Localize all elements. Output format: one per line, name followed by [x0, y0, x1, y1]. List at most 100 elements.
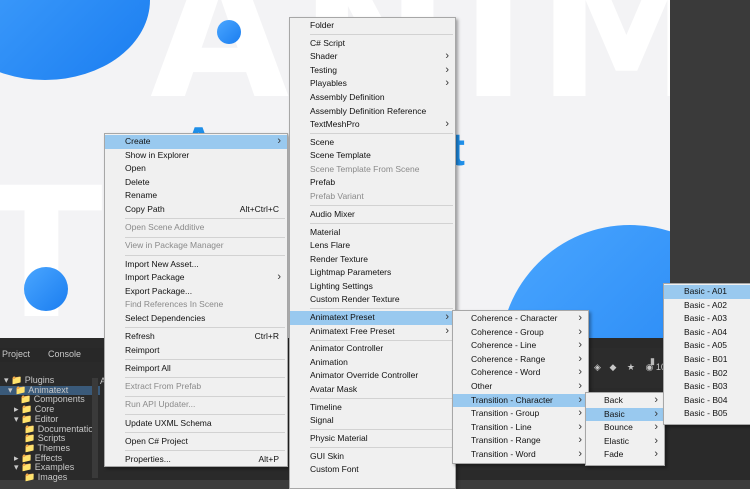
menu-item[interactable]: Custom Render Texture — [290, 293, 455, 307]
chevron-right-icon: › — [578, 312, 582, 324]
chevron-right-icon: › — [445, 118, 449, 131]
menu-item[interactable]: Testing › — [290, 64, 455, 78]
tree-scrollbar[interactable] — [92, 378, 98, 478]
menu-item[interactable]: Basic - A03 — [664, 312, 750, 326]
menu-item[interactable]: Timeline — [290, 401, 455, 415]
menu-item[interactable]: Animatext Preset › — [290, 311, 455, 325]
menu-separator — [310, 308, 453, 310]
menu-item[interactable]: Transition - Line › — [453, 421, 588, 435]
menu-item[interactable]: Reimport All — [105, 362, 287, 376]
menu-item[interactable]: Refresh Ctrl+R — [105, 330, 287, 344]
menu-item[interactable]: Properties... Alt+P — [105, 453, 287, 467]
menu-item[interactable]: Basic - B03 — [664, 380, 750, 394]
menu-separator — [310, 222, 453, 224]
menu-item[interactable]: GUI Skin — [290, 450, 455, 464]
menu-item[interactable]: Coherence - Range › — [453, 353, 588, 367]
menu-item[interactable]: Assembly Definition — [290, 91, 455, 105]
menu-item[interactable]: Basic - A04 — [664, 326, 750, 340]
menu-item[interactable]: Import New Asset... — [105, 258, 287, 272]
menu-item[interactable]: Basic › — [586, 407, 664, 422]
menu-item[interactable]: Lens Flare — [290, 239, 455, 253]
menu-item[interactable]: Animation — [290, 356, 455, 370]
menu-item[interactable]: Basic - A01 — [664, 285, 750, 299]
menu-item[interactable]: Material — [290, 226, 455, 240]
menu-item[interactable]: Transition - Word › — [453, 448, 588, 462]
menu-item[interactable]: Render Texture — [290, 253, 455, 267]
menu-separator — [125, 450, 285, 452]
menu-item[interactable]: Playables › — [290, 77, 455, 91]
menu-item[interactable]: Scene — [290, 136, 455, 150]
menu-item[interactable]: Assembly Definition Reference — [290, 105, 455, 119]
eye-icon[interactable]: ◉ — [645, 362, 653, 372]
menu-item[interactable]: Select Dependencies — [105, 312, 287, 326]
star-icon[interactable]: ★ — [627, 362, 635, 372]
menu-item[interactable]: Custom Font — [290, 463, 455, 477]
menu-item[interactable]: Audio Mixer — [290, 208, 455, 222]
menu-item[interactable]: Update UXML Schema — [105, 417, 287, 431]
menu-item[interactable]: Export Package... — [105, 285, 287, 299]
menu-item[interactable]: TextMeshPro › — [290, 118, 455, 132]
menu-item[interactable]: Avatar Mask — [290, 383, 455, 397]
menu-item[interactable]: Other › — [453, 380, 588, 394]
menu-item[interactable]: Transition - Character › — [453, 393, 588, 408]
menu-item[interactable]: Scene Template — [290, 149, 455, 163]
menu-item[interactable]: Signal — [290, 414, 455, 428]
menu-item[interactable]: C# Script — [290, 37, 455, 51]
menu-item[interactable]: Animator Override Controller — [290, 369, 455, 383]
menu-item[interactable]: Elastic › — [586, 435, 664, 449]
menu-item[interactable]: Show in Explorer — [105, 149, 287, 163]
menu-item[interactable]: Basic - B04 — [664, 394, 750, 408]
menu-separator — [125, 413, 285, 415]
menu-item[interactable]: Folder — [290, 19, 455, 33]
menu-item[interactable]: Basic - A05 — [664, 339, 750, 353]
filter-icon[interactable]: ◈ — [594, 362, 601, 372]
menu-item[interactable]: Bounce › — [586, 421, 664, 435]
chevron-right-icon: › — [445, 50, 449, 63]
tab-console[interactable]: Console — [48, 349, 81, 359]
menu-item[interactable]: Shader › — [290, 50, 455, 64]
menu-item-label: Basic - B02 — [684, 367, 728, 378]
menu-item[interactable]: Coherence - Character › — [453, 312, 588, 326]
menu-item[interactable]: Create › — [105, 135, 287, 149]
menu-item[interactable]: Transition - Range › — [453, 434, 588, 448]
menu-item[interactable]: Coherence - Group › — [453, 326, 588, 340]
menu-item[interactable]: Open C# Project — [105, 435, 287, 449]
menu-item[interactable]: Basic - B05 — [664, 407, 750, 421]
menu-item-label: Transition - Word — [471, 449, 536, 459]
menu-item[interactable]: Coherence - Line › — [453, 339, 588, 353]
menu-item[interactable]: Delete — [105, 176, 287, 190]
chevron-right-icon: › — [578, 448, 582, 460]
menu-item[interactable]: Open — [105, 162, 287, 176]
menu-item[interactable]: Fade › — [586, 448, 664, 462]
menu-item-label: Basic - A04 — [684, 326, 727, 337]
menu-item[interactable]: Coherence - Word › — [453, 366, 588, 380]
menu-item-label: Basic - B04 — [684, 394, 728, 405]
menu-item[interactable]: Transition - Group › — [453, 407, 588, 421]
menu-item[interactable]: Lightmap Parameters — [290, 266, 455, 280]
menu-item[interactable]: Animatext Free Preset › — [290, 325, 455, 339]
menu-item[interactable]: Import Package › — [105, 271, 287, 285]
menu-separator — [125, 218, 285, 220]
menu-item[interactable]: Rename — [105, 189, 287, 203]
tab-project[interactable]: Project — [2, 349, 30, 359]
menu-item[interactable]: Back › — [586, 394, 664, 408]
menu-item[interactable]: Basic - B02 — [664, 367, 750, 381]
menu-item[interactable]: Basic - B01 — [664, 353, 750, 367]
menu-item-label: Coherence - Line — [471, 340, 537, 351]
menu-item[interactable]: Physic Material — [290, 432, 455, 446]
menu-item: Run API Updater... — [105, 398, 287, 412]
tag-icon[interactable]: ◆ — [609, 362, 616, 372]
panel-tabs: Project Console — [0, 348, 110, 362]
tree-item[interactable]: 📁 Images — [0, 472, 100, 483]
menu-item[interactable]: Copy Path Alt+Ctrl+C — [105, 203, 287, 217]
menu-item-label: Coherence - Group — [471, 326, 544, 337]
menu-item[interactable]: Prefab — [290, 176, 455, 190]
menu-item[interactable]: Lighting Settings — [290, 280, 455, 294]
menu-item[interactable]: Animator Controller — [290, 342, 455, 356]
menu-item-label: Transition - Character — [471, 394, 553, 405]
menu-item[interactable]: Basic - A02 — [664, 299, 750, 313]
menu-item-label: Back — [604, 395, 623, 405]
menu-item-label: Shader — [310, 51, 338, 62]
menu-item-label: Basic - A03 — [684, 313, 727, 324]
menu-item[interactable]: Reimport — [105, 344, 287, 358]
